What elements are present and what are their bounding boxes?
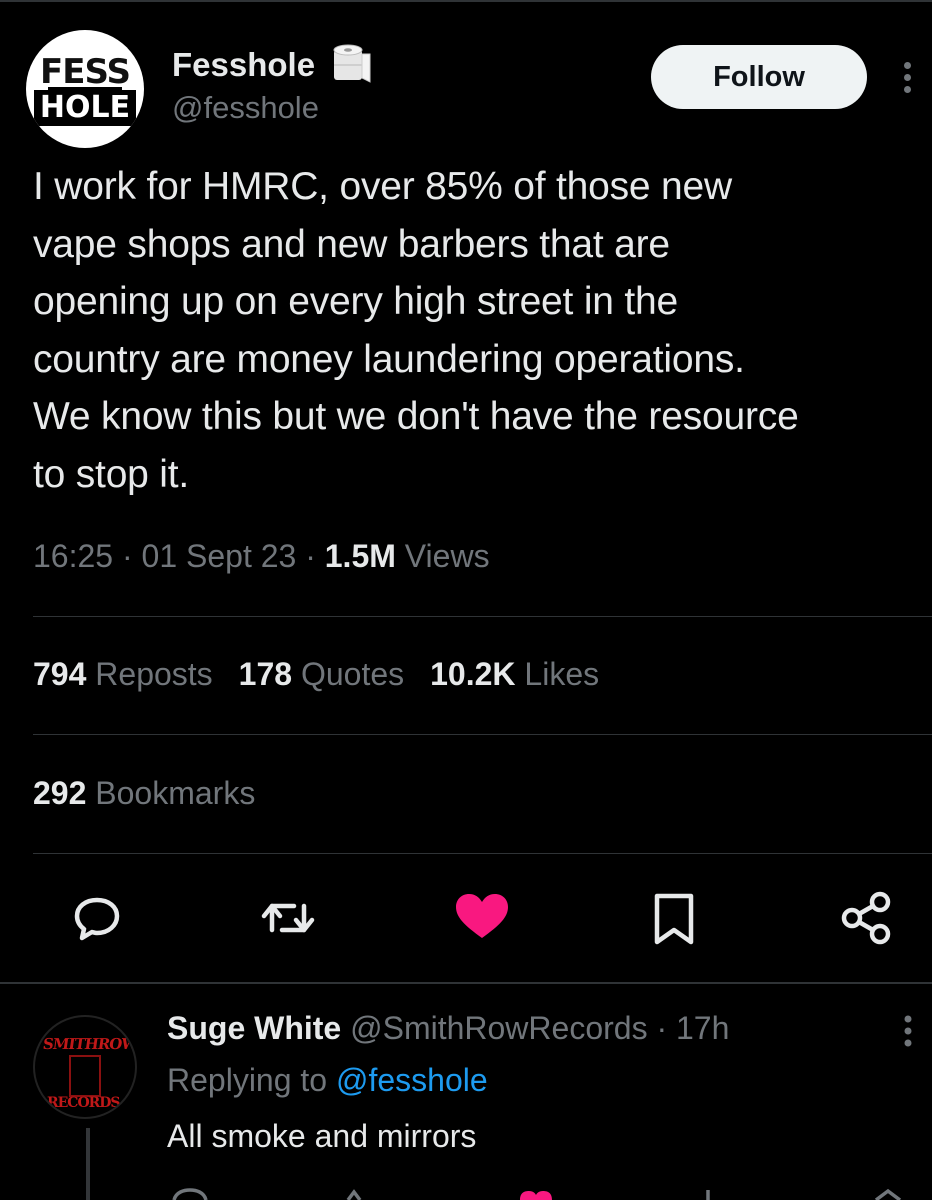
engagement-stats: 794 Reposts 178 Quotes 10.2K Likes — [33, 656, 625, 693]
tweet-time[interactable]: 16:25 — [33, 538, 113, 574]
like-icon[interactable] — [452, 888, 512, 948]
tweet-meta: 16:25 · 01 Sept 23 · 1.5M Views — [33, 538, 490, 574]
author-name[interactable]: Fesshole — [172, 46, 315, 84]
divider — [33, 616, 932, 617]
more-options-icon[interactable] — [896, 58, 920, 98]
like-heart — [456, 894, 508, 938]
repost-icon[interactable] — [258, 888, 318, 948]
reply-avatar-line2: RECORDS — [47, 1095, 121, 1111]
reply-author-avatar[interactable]: SMITHROWE RECORDS — [33, 1015, 137, 1119]
reply-avatar-emblem — [69, 1055, 101, 1097]
reply-time[interactable]: 17h — [676, 1010, 729, 1046]
views-label: Views — [404, 538, 490, 574]
replying-to: Replying to @fesshole — [167, 1062, 488, 1099]
reply-text: All smoke and mirrors — [167, 1118, 477, 1154]
replying-to-handle[interactable]: @fesshole — [336, 1062, 488, 1098]
reply-header: Suge White @SmithRowRecords · 17h — [167, 1010, 730, 1046]
reply-views-icon[interactable] — [688, 1188, 728, 1200]
tweet-text: I work for HMRC, over 85% of those new v… — [33, 165, 799, 496]
section-divider — [0, 982, 932, 984]
top-divider — [0, 0, 932, 2]
avatar-logo-line1: FESS — [40, 52, 131, 92]
author-handle[interactable]: @fesshole — [172, 90, 319, 126]
divider — [33, 853, 932, 854]
reply-author-handle[interactable]: @SmithRowRecords — [350, 1010, 647, 1046]
reposts-stat[interactable]: 794 Reposts — [33, 656, 213, 693]
views-count: 1.5M — [324, 538, 396, 574]
thread-line — [86, 1128, 90, 1200]
share-icon[interactable] — [836, 888, 896, 948]
reply-avatar-line1: SMITHROWE — [41, 1035, 137, 1053]
divider — [33, 734, 932, 735]
reply-reply-icon[interactable] — [170, 1188, 210, 1200]
avatar-logo-line2: HOLE — [34, 90, 136, 126]
likes-stat[interactable]: 10.2K Likes — [430, 656, 599, 693]
reply-author-name[interactable]: Suge White — [167, 1010, 341, 1046]
toilet-paper-icon — [333, 44, 371, 83]
tweet-date[interactable]: 01 Sept 23 — [142, 538, 297, 574]
reply-repost-icon[interactable] — [342, 1188, 382, 1200]
bookmarks-stat[interactable]: 292 Bookmarks — [33, 775, 255, 812]
reply-icon[interactable] — [67, 888, 127, 948]
follow-button[interactable]: Follow — [651, 45, 867, 109]
reply-more-options-icon[interactable] — [896, 1012, 920, 1052]
reply-share-icon[interactable] — [868, 1188, 908, 1200]
quotes-stat[interactable]: 178 Quotes — [239, 656, 404, 693]
replying-to-prefix: Replying to — [167, 1062, 328, 1098]
author-avatar[interactable]: FESS HOLE — [26, 30, 144, 148]
reply-like-icon[interactable] — [516, 1188, 556, 1200]
bookmark-icon[interactable] — [644, 888, 704, 948]
